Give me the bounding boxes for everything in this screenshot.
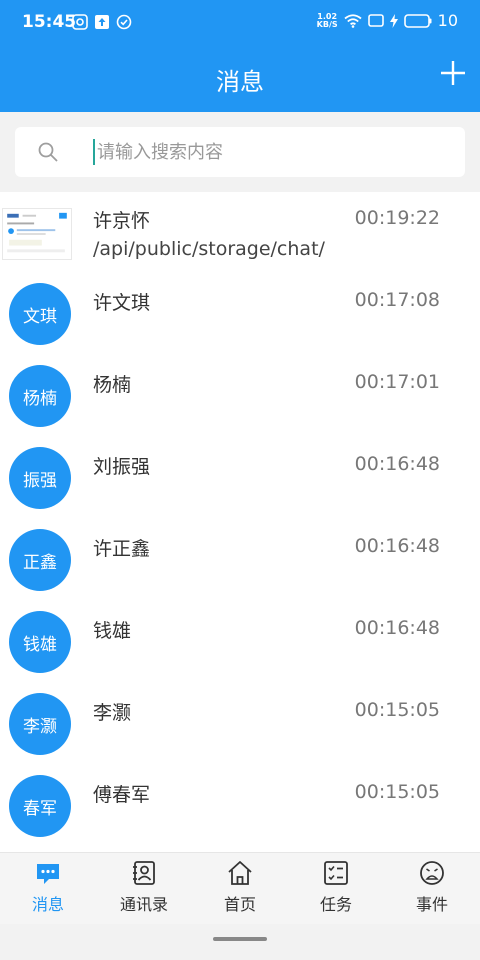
nav-bar: 消息 [0,46,480,112]
tab-messages[interactable]: 消息 [0,853,96,924]
message-time: 00:17:08 [354,289,440,311]
bottom-tab-bar: 消息 通讯录 首页 任务 事件 [0,852,480,924]
avatar: 李灏 [9,693,71,755]
status-time: 15:45 [22,12,77,32]
tab-label: 事件 [415,895,448,914]
message-time: 00:16:48 [354,453,440,475]
tab-label: 消息 [31,895,64,914]
avatar: 文琪 [9,283,71,345]
page-title: 消息 [216,68,264,96]
notification-app-icon [72,14,88,30]
contact-name: 杨楠 [93,374,132,396]
search-box[interactable] [15,127,465,177]
upload-icon [95,15,109,29]
message-list: 许京怀 /api/public/storage/chat/ 00:19:22 文… [0,192,480,852]
tab-home[interactable]: 首页 [192,853,288,924]
tab-contacts[interactable]: 通讯录 [96,853,192,924]
message-time: 00:16:48 [354,535,440,557]
message-time: 00:15:05 [354,781,440,803]
status-bar: 15:45 1.02 KB/S 10 [0,0,480,46]
contact-name: 李灏 [93,702,132,724]
tab-label: 首页 [223,895,256,914]
message-item[interactable]: 许京怀 /api/public/storage/chat/ 00:19:22 [0,192,480,274]
add-icon[interactable] [440,60,466,86]
tab-tasks[interactable]: 任务 [288,853,384,924]
avatar: 正鑫 [9,529,71,591]
notification-icons [72,14,132,30]
contact-name: 钱雄 [93,620,132,642]
contact-name: 许文琪 [93,292,151,314]
contacts-icon [133,861,155,885]
message-item[interactable]: 文琪 许文琪 00:17:08 [0,274,480,356]
message-preview: /api/public/storage/chat/ [93,238,325,260]
task-icon [324,861,348,885]
battery-icon [403,13,432,28]
contact-name: 傅春军 [93,784,151,806]
contact-name: 许京怀 [93,210,151,232]
tab-label: 任务 [319,895,352,914]
avatar: 钱雄 [9,611,71,673]
message-item[interactable]: 振强 刘振强 00:16:48 [0,438,480,520]
event-icon [420,861,444,885]
wifi-icon [344,13,362,28]
net-speed: 1.02 KB/S [316,11,338,29]
message-time: 00:15:05 [354,699,440,721]
message-time: 00:17:01 [354,371,440,393]
tab-events[interactable]: 事件 [384,853,480,924]
message-item[interactable]: 春军 傅春军 00:15:05 [0,766,480,848]
home-indicator[interactable] [213,937,267,941]
contact-name: 刘振强 [93,456,151,478]
avatar: 春军 [9,775,71,837]
chat-icon [37,864,59,884]
message-item[interactable]: 李灏 李灏 00:15:05 [0,684,480,766]
search-icon [38,142,58,162]
sim-card-icon [367,14,384,27]
message-item[interactable]: 杨楠 杨楠 00:17:01 [0,356,480,438]
home-icon [228,861,252,885]
message-time: 00:19:22 [354,207,440,229]
battery-level: 10 [437,11,458,30]
check-circle-icon [116,14,132,30]
charging-icon [389,13,398,28]
message-item[interactable]: 正鑫 许正鑫 00:16:48 [0,520,480,602]
message-time: 00:16:48 [354,617,440,639]
avatar: 振强 [9,447,71,509]
contact-name: 许正鑫 [93,538,151,560]
message-item[interactable]: 钱雄 钱雄 00:16:48 [0,602,480,684]
status-right: 1.02 KB/S 10 [317,11,458,30]
image-thumbnail [2,208,72,260]
search-input[interactable] [93,139,433,165]
avatar: 杨楠 [9,365,71,427]
tab-label: 通讯录 [119,895,168,914]
